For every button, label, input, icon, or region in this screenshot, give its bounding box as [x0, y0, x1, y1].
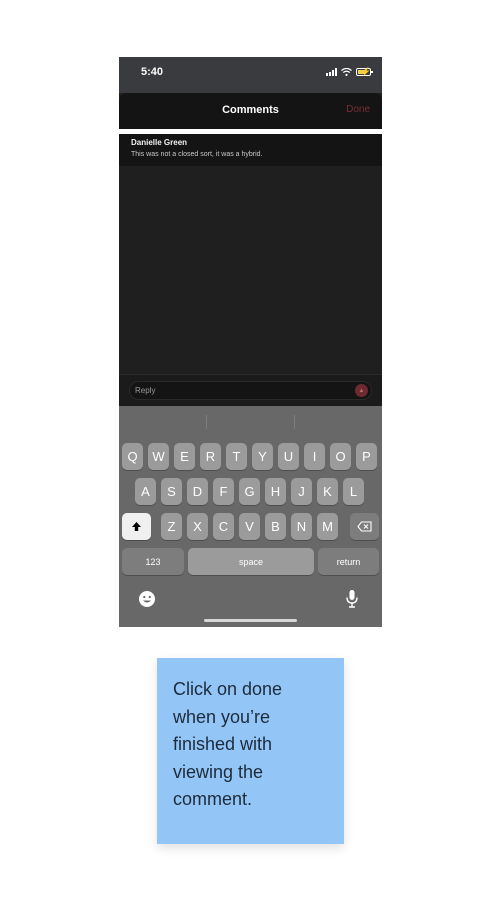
- key-z[interactable]: Z: [161, 513, 182, 540]
- key-u[interactable]: U: [278, 443, 299, 470]
- key-g[interactable]: G: [239, 478, 260, 505]
- key-j[interactable]: J: [291, 478, 312, 505]
- key-c[interactable]: C: [213, 513, 234, 540]
- key-d[interactable]: D: [187, 478, 208, 505]
- instruction-text: Click on done when you’re finished with …: [173, 679, 283, 809]
- key-h[interactable]: H: [265, 478, 286, 505]
- suggestion-divider: [294, 415, 295, 429]
- key-n[interactable]: N: [291, 513, 312, 540]
- comment-author: Danielle Green: [131, 138, 188, 147]
- comment-item: Danielle Green This was not a closed sor…: [119, 134, 382, 166]
- key-p[interactable]: P: [356, 443, 377, 470]
- microphone-icon[interactable]: [345, 589, 359, 614]
- wifi-icon: [341, 68, 352, 76]
- send-button[interactable]: ▲: [355, 384, 368, 397]
- key-x[interactable]: X: [187, 513, 208, 540]
- key-q[interactable]: Q: [122, 443, 143, 470]
- space-key[interactable]: space: [188, 548, 314, 575]
- key-b[interactable]: B: [265, 513, 286, 540]
- key-i[interactable]: I: [304, 443, 325, 470]
- backspace-icon: [357, 521, 372, 532]
- done-button[interactable]: Done: [346, 104, 370, 115]
- key-e[interactable]: E: [174, 443, 195, 470]
- key-r[interactable]: R: [200, 443, 221, 470]
- comments-header: Comments Done: [119, 93, 382, 129]
- phone-screen: 5:40 ⚡ Comments Done Danielle Green This…: [119, 57, 382, 627]
- suggestion-bar: [119, 406, 382, 436]
- backspace-key[interactable]: [350, 513, 379, 540]
- send-arrow-icon: ▲: [358, 387, 365, 394]
- status-time: 5:40: [141, 66, 164, 78]
- key-l[interactable]: L: [343, 478, 364, 505]
- key-v[interactable]: V: [239, 513, 260, 540]
- shift-key[interactable]: [122, 513, 151, 540]
- return-key[interactable]: return: [318, 548, 379, 575]
- battery-charging-icon: ⚡: [356, 67, 373, 76]
- status-icons: ⚡: [326, 67, 373, 76]
- key-s[interactable]: S: [161, 478, 182, 505]
- signal-icon: [326, 68, 337, 76]
- key-w[interactable]: W: [148, 443, 169, 470]
- comments-list-area: [119, 166, 382, 374]
- status-bar: 5:40 ⚡: [119, 57, 382, 93]
- key-a[interactable]: A: [135, 478, 156, 505]
- shift-icon: [132, 522, 141, 531]
- key-t[interactable]: T: [226, 443, 247, 470]
- key-o[interactable]: O: [330, 443, 351, 470]
- key-f[interactable]: F: [213, 478, 234, 505]
- reply-placeholder: Reply: [135, 386, 156, 395]
- keyboard: Q W E R T Y U I O P A S D F G H J K L Z …: [119, 406, 382, 627]
- reply-input[interactable]: Reply ▲: [129, 381, 372, 400]
- comment-text: This was not a closed sort, it was a hyb…: [131, 151, 263, 158]
- page-title: Comments: [222, 104, 279, 116]
- numbers-key[interactable]: 123: [122, 548, 184, 575]
- key-y[interactable]: Y: [252, 443, 273, 470]
- reply-bar: Reply ▲: [119, 374, 382, 406]
- suggestion-divider: [206, 415, 207, 429]
- emoji-icon[interactable]: [138, 590, 156, 613]
- key-k[interactable]: K: [317, 478, 338, 505]
- key-m[interactable]: M: [317, 513, 338, 540]
- instruction-sticky-note: Click on done when you’re finished with …: [157, 658, 344, 844]
- home-indicator: [204, 619, 297, 622]
